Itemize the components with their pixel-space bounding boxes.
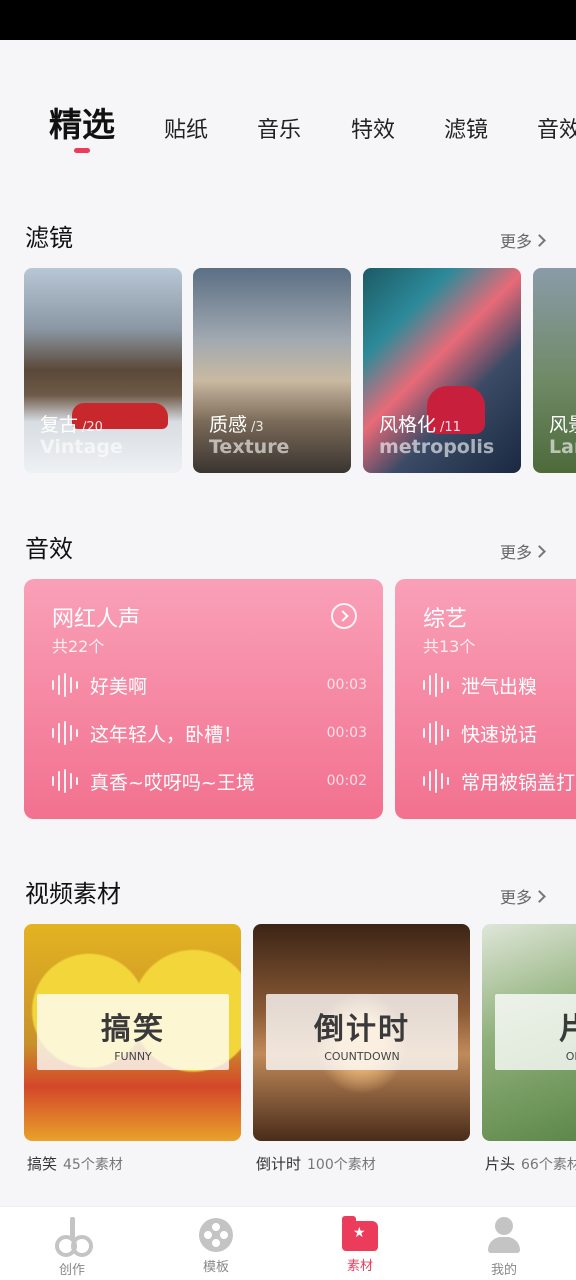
tab-sound-effects[interactable]: 音效 [537, 112, 576, 144]
filter-card-vintage[interactable]: 复古/20 Vintage [24, 268, 182, 473]
sound-card-count: 共22个 [52, 637, 105, 656]
more-label: 更多 [500, 232, 533, 251]
nav-templates[interactable]: 模板 [171, 1215, 261, 1275]
sound-track-row[interactable]: 好美啊 00:03 [52, 670, 367, 700]
filter-name: 风景 [549, 414, 576, 436]
filter-card-landscape[interactable]: 风景 Landscape [533, 268, 576, 473]
filter-name: 质感/3 [209, 414, 264, 436]
material-folder-icon [342, 1216, 378, 1251]
track-duration: 00:02 [326, 773, 367, 789]
tab-music[interactable]: 音乐 [257, 112, 301, 144]
sound-track-row[interactable]: 真香~哎呀吗~王境 00:02 [52, 766, 367, 796]
active-tab-indicator [74, 148, 90, 153]
sound-wave-icon [52, 673, 78, 697]
filter-english-name: Texture [209, 436, 290, 458]
tab-featured[interactable]: 精选 [49, 98, 115, 146]
video-carousel[interactable]: 搞笑 FUNNY 搞笑 45个素材 倒计时 COUNTDOWN 倒计时 100个素材… [0, 924, 576, 1179]
nav-label: 我的 [490, 1263, 517, 1278]
filter-card-texture[interactable]: 质感/3 Texture [193, 268, 351, 473]
video-badge: 片头 OPENING [495, 994, 576, 1070]
video-more-link[interactable]: 更多 [500, 884, 546, 908]
sound-wave-icon [423, 673, 449, 697]
sound-track-row[interactable]: 常用被锅盖打 [423, 766, 576, 796]
video-caption: 倒计时 100个素材 [256, 1155, 376, 1173]
sound-card-title: 网红人声 [52, 607, 141, 632]
sound-more-link[interactable]: 更多 [500, 539, 546, 563]
sound-card-variety[interactable]: 综艺 共13个 泄气出糗 快速说话 常用被锅盖打 [395, 579, 576, 819]
sound-track-row[interactable]: 泄气出糗 [423, 670, 576, 700]
video-card-funny[interactable]: 搞笑 FUNNY [24, 924, 241, 1141]
more-label: 更多 [500, 888, 533, 907]
video-badge: 搞笑 FUNNY [37, 994, 229, 1070]
nav-mine[interactable]: 我的 [459, 1215, 549, 1278]
chevron-right-icon [533, 544, 546, 558]
track-duration: 00:03 [326, 677, 367, 693]
nav-create[interactable]: 创作 [27, 1215, 117, 1278]
track-name: 这年轻人，卧槽！ [90, 723, 243, 746]
chevron-right-icon [533, 233, 546, 247]
sound-carousel[interactable]: 网红人声 共22个 好美啊 00:03 这年轻人，卧槽！ 00:03 真香~哎呀… [0, 579, 576, 820]
track-name: 常用被锅盖打 [461, 771, 576, 794]
category-tabs: 精选 贴纸 音乐 特效 滤镜 音效 [0, 40, 576, 170]
track-name: 好美啊 [90, 675, 148, 698]
video-caption: 片头 66个素材 [485, 1155, 576, 1173]
film-reel-icon [199, 1218, 233, 1252]
filter-name: 风格化/11 [379, 414, 461, 436]
filter-english-name: metropolis [379, 436, 495, 458]
video-section-title: 视频素材 [25, 880, 121, 908]
filters-more-link[interactable]: 更多 [500, 228, 546, 252]
tab-effects[interactable]: 特效 [351, 112, 395, 144]
sound-section-title: 音效 [25, 535, 73, 563]
video-card-opening[interactable]: 片头 OPENING [482, 924, 576, 1141]
sound-wave-icon [423, 769, 449, 793]
sound-wave-icon [52, 769, 78, 793]
sound-track-row[interactable]: 快速说话 [423, 718, 576, 748]
video-caption: 搞笑 45个素材 [27, 1155, 123, 1173]
filter-card-metropolis[interactable]: 风格化/11 metropolis [363, 268, 521, 473]
video-card-countdown[interactable]: 倒计时 COUNTDOWN [253, 924, 470, 1141]
circle-arrow-right-icon[interactable] [331, 603, 357, 629]
person-icon [484, 1215, 524, 1255]
filter-english-name: Landscape [549, 436, 576, 458]
track-name: 泄气出糗 [461, 675, 538, 698]
chevron-right-icon [533, 889, 546, 903]
nav-materials[interactable]: 素材 [315, 1215, 405, 1274]
sound-wave-icon [52, 721, 78, 745]
filters-section-title: 滤镜 [25, 224, 73, 252]
track-duration: 00:03 [326, 725, 367, 741]
nav-label: 素材 [346, 1259, 373, 1274]
track-name: 真香~哎呀吗~王境 [90, 771, 255, 794]
nav-label: 创作 [58, 1263, 85, 1278]
more-label: 更多 [500, 543, 533, 562]
tab-stickers[interactable]: 贴纸 [164, 112, 208, 144]
filter-english-name: Vintage [40, 436, 123, 458]
video-badge: 倒计时 COUNTDOWN [266, 994, 458, 1070]
bottom-navigation: 创作 模板 素材 我的 [0, 1206, 576, 1280]
tab-filters[interactable]: 滤镜 [444, 112, 488, 144]
sound-card-title: 综艺 [423, 607, 468, 632]
scissors-icon [52, 1215, 93, 1257]
nav-label: 模板 [202, 1260, 229, 1275]
filters-carousel[interactable]: 复古/20 Vintage 质感/3 Texture 风格化/11 metrop… [0, 268, 576, 474]
sound-card-count: 共13个 [423, 637, 476, 656]
sound-card-influencer-voices[interactable]: 网红人声 共22个 好美啊 00:03 这年轻人，卧槽！ 00:03 真香~哎呀… [24, 579, 383, 819]
sound-track-row[interactable]: 这年轻人，卧槽！ 00:03 [52, 718, 367, 748]
status-bar [0, 0, 576, 40]
sound-wave-icon [423, 721, 449, 745]
track-name: 快速说话 [461, 723, 538, 746]
filter-name: 复古/20 [40, 414, 103, 436]
